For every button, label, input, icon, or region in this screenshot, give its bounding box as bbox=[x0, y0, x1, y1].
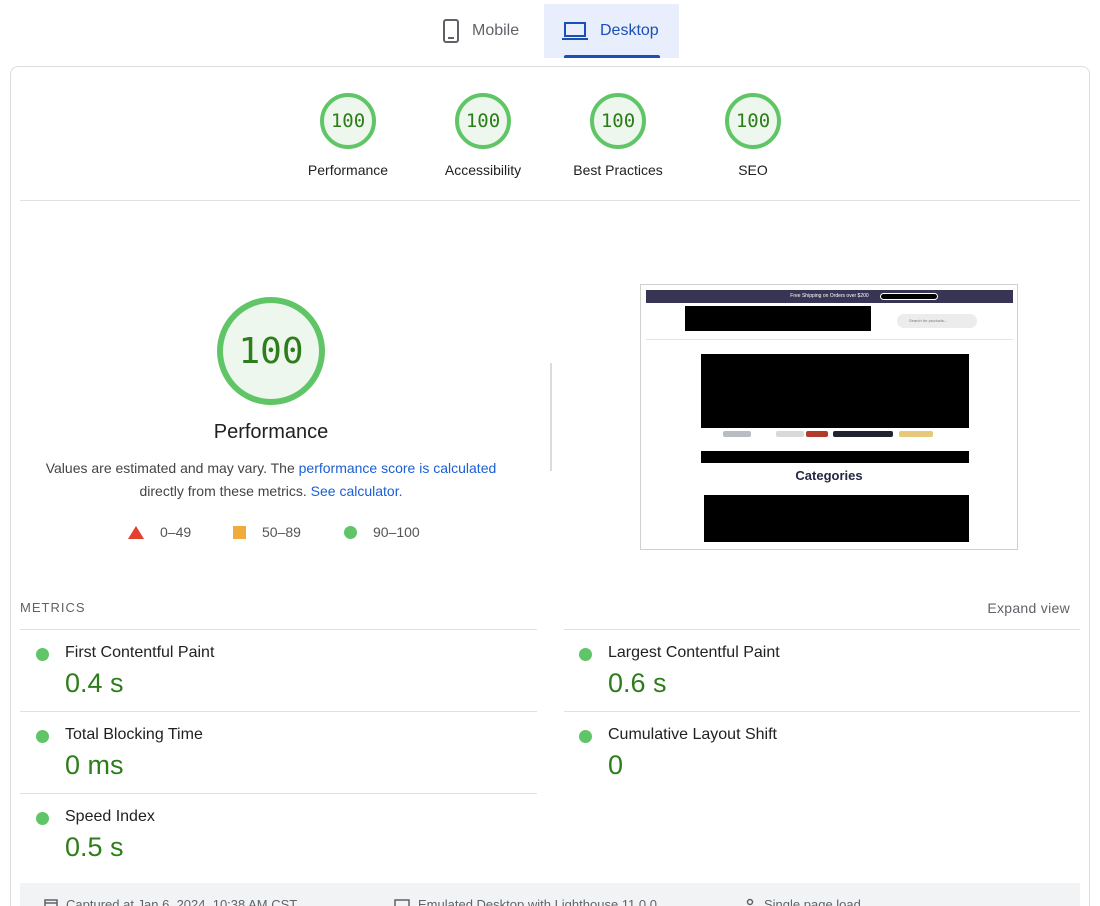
score-label: Accessibility bbox=[444, 162, 522, 178]
metric-name: Speed Index bbox=[65, 808, 155, 825]
redacted-logo bbox=[685, 306, 871, 331]
calendar-icon bbox=[44, 898, 58, 906]
score-gauge-accessibility[interactable]: 100 Accessibility bbox=[423, 93, 543, 178]
score-calculated-link[interactable]: performance score is calculated bbox=[299, 460, 497, 476]
thumb-product bbox=[723, 431, 751, 437]
runtime-settings-bar: Captured at Jan 6, 2024, 10:38 AM CST Em… bbox=[20, 883, 1080, 906]
thumb-categories-heading: Categories bbox=[795, 468, 863, 483]
metric-value: 0.6 s bbox=[608, 668, 667, 698]
metric-cumulative-layout-shift: Cumulative Layout Shift 0 bbox=[563, 712, 1043, 792]
thumb-product bbox=[833, 431, 893, 437]
metric-name: Cumulative Layout Shift bbox=[608, 726, 777, 743]
section-divider bbox=[20, 200, 1080, 201]
device-icon bbox=[394, 898, 410, 906]
vertical-divider bbox=[550, 363, 552, 471]
note-text: Values are estimated and may vary. The bbox=[45, 460, 299, 476]
metric-name: Largest Contentful Paint bbox=[608, 644, 780, 661]
active-tab-indicator bbox=[564, 55, 660, 58]
pass-circle-icon bbox=[36, 730, 49, 743]
page-screenshot: Free Shipping on Orders over $200 Search… bbox=[640, 284, 1018, 550]
expand-view-button[interactable]: Expand view bbox=[987, 600, 1070, 616]
performance-title: Performance bbox=[213, 421, 329, 443]
score-label: Performance bbox=[307, 162, 389, 178]
thumb-banner: Free Shipping on Orders over $200 bbox=[646, 290, 1013, 303]
pass-circle-icon bbox=[579, 648, 592, 661]
metric-value: 0 ms bbox=[65, 750, 124, 780]
legend-average: 50–89 bbox=[233, 522, 301, 542]
performance-note: Values are estimated and may vary. The p… bbox=[40, 457, 502, 503]
person-icon bbox=[744, 898, 756, 906]
device-tabs: Mobile Desktop bbox=[0, 4, 1100, 58]
metric-name: Total Blocking Time bbox=[65, 726, 203, 743]
laptop-icon bbox=[562, 21, 588, 41]
score-gauge-performance[interactable]: 100 Performance bbox=[288, 93, 408, 178]
thumb-banner-text: Free Shipping on Orders over $200 bbox=[790, 293, 869, 299]
note-text: directly from these metrics. bbox=[139, 483, 311, 499]
score-value: 100 bbox=[725, 93, 781, 149]
legend-range: 90–100 bbox=[373, 524, 420, 540]
score-value: 100 bbox=[320, 93, 376, 149]
redacted-block bbox=[880, 293, 938, 300]
emulated-device-text: Emulated Desktop with Lighthouse 11.0.0 bbox=[418, 897, 657, 906]
score-value: 100 bbox=[590, 93, 646, 149]
circle-icon bbox=[344, 525, 357, 539]
pass-circle-icon bbox=[36, 648, 49, 661]
score-value: 100 bbox=[455, 93, 511, 149]
page-load-type: Single page load bbox=[744, 897, 861, 906]
tab-mobile-label: Mobile bbox=[472, 22, 520, 39]
thumb-search-placeholder: Search for products... bbox=[909, 318, 948, 323]
performance-gauge: 100 bbox=[217, 297, 325, 405]
score-label: Best Practices bbox=[573, 162, 663, 178]
score-label: SEO bbox=[738, 162, 768, 178]
triangle-icon bbox=[128, 525, 144, 539]
see-calculator-link[interactable]: See calculator. bbox=[311, 483, 403, 499]
score-gauge-best-practices[interactable]: 100 Best Practices bbox=[558, 93, 678, 178]
pass-circle-icon bbox=[579, 730, 592, 743]
metric-name: First Contentful Paint bbox=[65, 644, 215, 661]
thumb-product bbox=[899, 431, 933, 437]
redacted-hero bbox=[701, 354, 969, 428]
metric-value: 0.5 s bbox=[65, 832, 124, 862]
thumb-product bbox=[776, 431, 804, 437]
captured-at-text: Captured at Jan 6, 2024, 10:38 AM CST bbox=[66, 897, 298, 906]
tab-desktop-label: Desktop bbox=[600, 22, 659, 39]
pass-circle-icon bbox=[36, 812, 49, 825]
thumb-search-bar: Search for products... bbox=[897, 314, 977, 328]
metrics-heading: METRICS bbox=[20, 600, 86, 615]
legend-pass: 90–100 bbox=[344, 522, 420, 542]
tab-mobile[interactable]: Mobile bbox=[426, 4, 544, 58]
emulated-device: Emulated Desktop with Lighthouse 11.0.0 bbox=[394, 897, 657, 906]
metric-speed-index: Speed Index 0.5 s bbox=[20, 794, 500, 874]
captured-at: Captured at Jan 6, 2024, 10:38 AM CST bbox=[44, 897, 297, 906]
score-gauge-seo[interactable]: 100 SEO bbox=[693, 93, 813, 178]
legend-range: 50–89 bbox=[262, 524, 301, 540]
legend-fail: 0–49 bbox=[128, 522, 191, 542]
metric-largest-contentful-paint: Largest Contentful Paint 0.6 s bbox=[563, 630, 1043, 710]
square-icon bbox=[233, 525, 246, 539]
metric-first-contentful-paint: First Contentful Paint 0.4 s bbox=[20, 630, 500, 710]
tab-desktop[interactable]: Desktop bbox=[544, 4, 679, 58]
thumb-product bbox=[806, 431, 828, 437]
metric-value: 0.4 s bbox=[65, 668, 124, 698]
metric-value: 0 bbox=[608, 750, 624, 780]
metric-total-blocking-time: Total Blocking Time 0 ms bbox=[20, 712, 500, 792]
legend-range: 0–49 bbox=[160, 524, 192, 540]
thumb-divider bbox=[646, 339, 1013, 340]
redacted-categories bbox=[704, 495, 969, 542]
smartphone-icon bbox=[442, 18, 460, 44]
page-load-type-text: Single page load bbox=[764, 897, 861, 906]
redacted-strip bbox=[701, 451, 969, 463]
